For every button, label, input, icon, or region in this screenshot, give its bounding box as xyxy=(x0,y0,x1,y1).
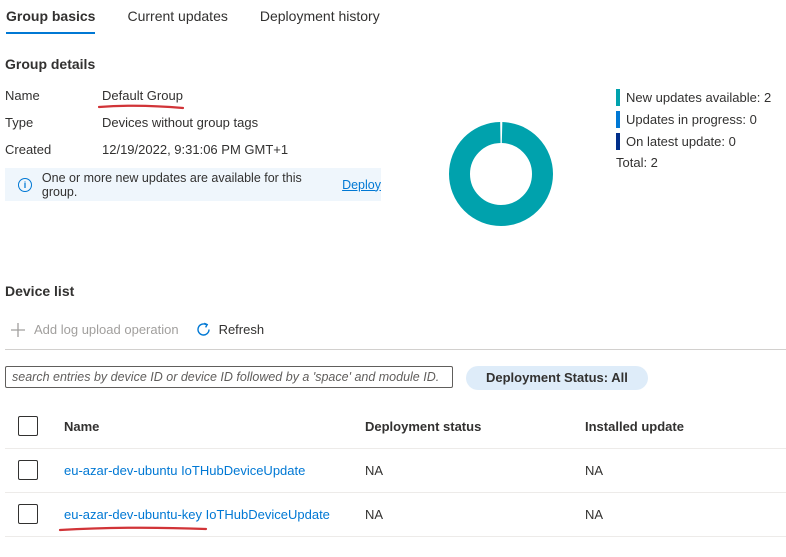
legend-swatch xyxy=(616,88,620,106)
detail-label: Type xyxy=(5,115,34,130)
device-list-heading: Device list xyxy=(5,283,75,299)
column-header-name[interactable]: Name xyxy=(64,405,99,448)
table-row: eu-azar-dev-ubuntu IoTHubDeviceUpdate NA… xyxy=(5,449,786,493)
column-header-installed-update[interactable]: Installed update xyxy=(585,405,684,448)
group-type-value: Devices without group tags xyxy=(102,115,259,130)
detail-label: Created xyxy=(5,142,52,157)
group-name-text: Default Group xyxy=(102,88,183,103)
row-checkbox[interactable] xyxy=(18,460,38,480)
legend-on-latest: On latest update: 0 xyxy=(616,130,771,152)
add-log-upload-label: Add log upload operation xyxy=(34,322,179,337)
device-list-toolbar: Add log upload operation Refresh xyxy=(10,321,280,338)
legend-label: New updates available: 2 xyxy=(626,89,772,105)
device-search-input[interactable] xyxy=(5,366,453,388)
deploy-link[interactable]: Deploy xyxy=(342,178,381,192)
annotation-underline xyxy=(58,526,208,532)
select-all-checkbox[interactable] xyxy=(18,416,38,436)
deployment-status-filter[interactable]: Deployment Status: All xyxy=(466,366,648,390)
info-message-bar: i One or more new updates are available … xyxy=(5,168,381,201)
refresh-icon xyxy=(196,322,210,336)
add-log-upload-button[interactable]: Add log upload operation xyxy=(10,322,179,338)
refresh-label: Refresh xyxy=(218,322,265,337)
legend-label: On latest update: 0 xyxy=(626,133,736,149)
row-checkbox[interactable] xyxy=(18,504,38,524)
update-status-donut-chart xyxy=(449,122,553,226)
detail-label: Name xyxy=(5,88,40,103)
legend-swatch xyxy=(616,132,620,150)
table-header-row: Name Deployment status Installed update xyxy=(5,405,786,449)
info-icon: i xyxy=(18,177,32,192)
deployment-status-cell: NA xyxy=(365,463,384,478)
tab-bar: Group basics Current updates Deployment … xyxy=(6,0,412,36)
legend-swatch xyxy=(616,110,620,128)
refresh-button[interactable]: Refresh xyxy=(195,321,265,338)
deployment-status-cell: NA xyxy=(365,507,384,522)
legend-label: Updates in progress: 0 xyxy=(626,111,757,127)
info-message-text: One or more new updates are available fo… xyxy=(41,170,302,199)
tab-group-basics[interactable]: Group basics xyxy=(6,0,96,36)
donut-segment-0 xyxy=(449,122,553,226)
update-status-legend: New updates available: 2 Updates in prog… xyxy=(616,86,771,174)
device-table: Name Deployment status Installed update … xyxy=(5,405,786,537)
device-link[interactable]: eu-azar-dev-ubuntu IoTHubDeviceUpdate xyxy=(64,449,305,492)
plus-icon xyxy=(11,322,25,337)
created-value: 12/19/2022, 9:31:06 PM GMT+1 xyxy=(102,142,289,157)
legend-in-progress: Updates in progress: 0 xyxy=(616,108,771,130)
tab-current-updates[interactable]: Current updates xyxy=(127,0,227,36)
legend-total: Total: 2 xyxy=(616,155,658,170)
tab-deployment-history[interactable]: Deployment history xyxy=(260,0,380,36)
group-details-heading: Group details xyxy=(5,56,96,72)
group-name-value: Default Group xyxy=(98,87,184,110)
toolbar-divider xyxy=(5,349,786,350)
column-header-deployment-status[interactable]: Deployment status xyxy=(365,405,481,448)
annotation-underline xyxy=(98,104,184,110)
installed-update-cell: NA xyxy=(585,507,604,522)
installed-update-cell: NA xyxy=(585,463,604,478)
legend-new-updates: New updates available: 2 xyxy=(616,86,771,108)
table-row: eu-azar-dev-ubuntu-key IoTHubDeviceUpdat… xyxy=(5,493,786,537)
